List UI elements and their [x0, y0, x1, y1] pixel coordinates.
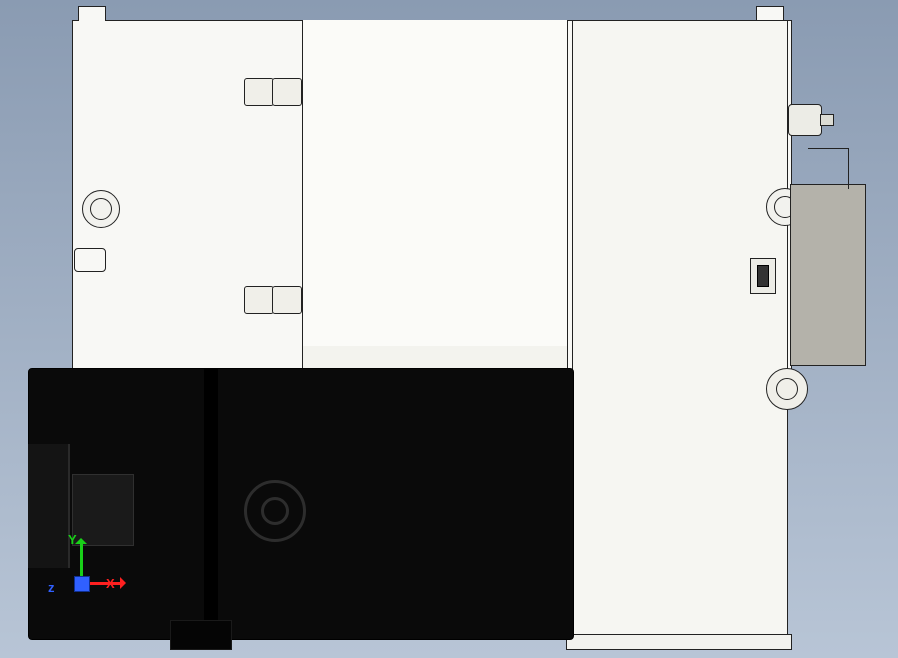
model-connector-pin — [820, 114, 834, 126]
model-bolt-head-left[interactable] — [82, 190, 120, 228]
model-motor-connector-port[interactable] — [72, 474, 134, 546]
model-standoff-top-left-b[interactable] — [272, 78, 302, 106]
model-top-tab-right — [756, 6, 784, 21]
model-center-panel-base — [302, 346, 568, 369]
model-center-panel[interactable] — [302, 20, 568, 368]
model-motor-endcap — [28, 444, 70, 568]
model-top-tab-left — [78, 6, 106, 21]
cad-3d-viewport[interactable]: Y X z — [0, 0, 898, 658]
model-round-boss[interactable] — [766, 368, 808, 410]
model-connector-stub[interactable] — [788, 104, 822, 136]
model-standoff-top-left-a[interactable] — [244, 78, 274, 106]
model-motor-foot — [170, 620, 232, 650]
model-left-notch — [74, 248, 106, 272]
model-rail-bottom-cap — [566, 634, 792, 650]
model-standoff-bottom-left-b[interactable] — [272, 286, 302, 314]
model-bracket-arm — [808, 148, 849, 189]
model-motor-shaft-ring — [244, 480, 306, 542]
model-side-bracket[interactable] — [790, 184, 866, 366]
model-motor-band — [204, 368, 218, 638]
model-right-rail-block[interactable] — [572, 20, 788, 642]
model-standoff-bottom-left-a[interactable] — [244, 286, 274, 314]
model-sensor-slot[interactable] — [750, 258, 776, 294]
